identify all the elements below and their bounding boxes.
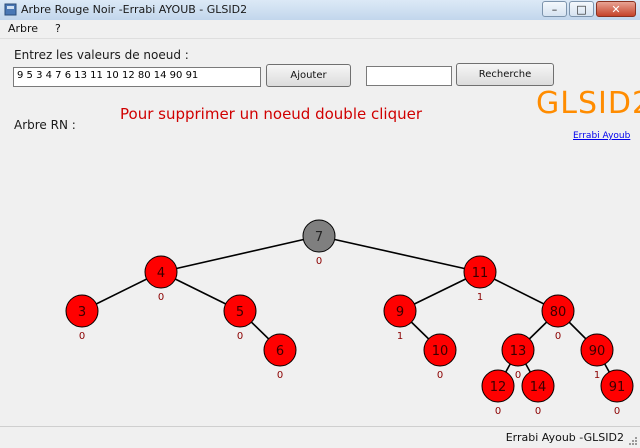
tree-node-14[interactable]: 14 0 <box>521 369 555 417</box>
tree-node-height-label: 0 <box>437 370 443 381</box>
tree-node-value: 4 <box>157 266 165 281</box>
rb-tree-canvas: 704011130506091100800130901120140910 <box>65 219 634 417</box>
tree-node-height-label: 1 <box>594 370 600 381</box>
tree-node-value: 7 <box>315 230 323 245</box>
tree-node-value: 11 <box>472 266 489 281</box>
tree-node-height-label: 0 <box>277 370 283 381</box>
tree-node-height-label: 0 <box>79 331 85 342</box>
tree-node-11[interactable]: 111 <box>463 255 497 303</box>
app-window: Arbre Rouge Noir -Errabi AYOUB - GLSID2 … <box>0 0 640 448</box>
tree-node-height-label: 1 <box>397 331 403 342</box>
tree-node-value: 9 <box>396 305 404 320</box>
tree-node-height-label: 0 <box>515 370 521 381</box>
tree-node-5[interactable]: 50 <box>223 294 257 342</box>
tree-node-value: 90 <box>589 344 606 359</box>
tree-node-value: 3 <box>78 305 86 320</box>
tree-node-91[interactable]: 91 0 <box>600 369 634 417</box>
status-bar: Errabi Ayoub -GLSID2 <box>0 426 640 448</box>
tree-node-height-label: 0 <box>535 406 541 417</box>
tree-node-height-label: 0 <box>614 406 620 417</box>
tree-node-value: 80 <box>550 305 567 320</box>
tree-node-7[interactable]: 70 <box>302 219 336 267</box>
status-text: Errabi Ayoub -GLSID2 <box>505 431 624 444</box>
tree-node-3[interactable]: 30 <box>65 294 99 342</box>
tree-node-value: 10 <box>432 344 449 359</box>
tree-node-value: 91 <box>609 380 626 395</box>
tree-node-height-label: 0 <box>237 331 243 342</box>
tree-node-value: 5 <box>236 305 244 320</box>
tree-node-height-label: 0 <box>495 406 501 417</box>
tree-node-height-label: 0 <box>158 292 164 303</box>
tree-node-80[interactable]: 80 0 <box>541 294 575 342</box>
tree-node-4[interactable]: 40 <box>144 255 178 303</box>
tree-node-6[interactable]: 60 <box>263 333 297 381</box>
tree-node-value: 6 <box>276 344 284 359</box>
tree-node-value: 13 <box>510 344 527 359</box>
tree-node-value: 14 <box>530 380 547 395</box>
tree-node-10[interactable]: 10 0 <box>423 333 457 381</box>
tree-node-9[interactable]: 91 <box>383 294 417 342</box>
resize-grip-icon[interactable] <box>628 436 638 446</box>
tree-node-height-label: 0 <box>555 331 561 342</box>
tree-node-value: 12 <box>490 380 507 395</box>
tree-edge-7-4 <box>160 235 320 273</box>
tree-node-height-label: 1 <box>477 292 483 303</box>
tree-node-height-label: 0 <box>316 256 322 267</box>
tree-edge-7-11 <box>318 235 481 273</box>
tree-node-12[interactable]: 12 0 <box>481 369 515 417</box>
